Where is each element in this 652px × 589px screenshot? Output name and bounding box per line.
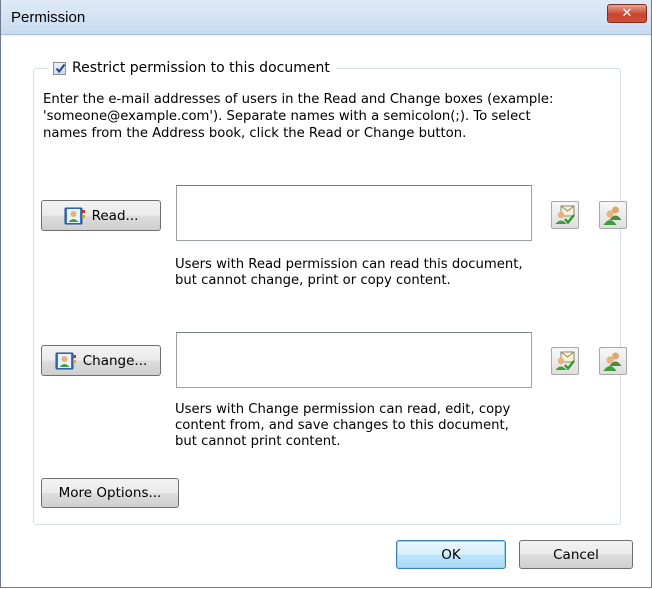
address-book-icon [64,207,85,224]
check-names-icon [555,351,575,371]
permission-dialog: Permission ✕ Restrict permission to this… [0,0,652,588]
read-button[interactable]: Read... [41,200,161,231]
read-address-book-button[interactable] [599,201,627,229]
change-check-names-button[interactable] [551,347,579,375]
change-permission-note: Users with Change permission can read, e… [175,402,511,449]
dialog-body: Restrict permission to this document Ent… [9,37,646,585]
close-icon: ✕ [621,6,633,21]
read-users-input[interactable] [176,185,532,241]
restrict-permission-label: Restrict permission to this document [72,60,330,76]
read-check-names-button[interactable] [551,201,579,229]
read-permission-note: Users with Read permission can read this… [175,257,523,288]
close-button[interactable]: ✕ [607,4,647,23]
change-button[interactable]: Change... [41,345,161,376]
check-names-icon [555,205,575,225]
instructions-text: Enter the e-mail addresses of users in t… [43,92,554,141]
restrict-permission-option[interactable]: Restrict permission to this document [49,57,336,79]
address-book-icon [55,352,76,369]
change-users-input[interactable] [176,332,532,388]
change-button-label: Change... [82,352,148,369]
read-button-label: Read... [91,207,139,224]
cancel-button[interactable]: Cancel [519,540,633,569]
change-address-book-button[interactable] [599,347,627,375]
restrict-permission-checkbox[interactable] [53,61,66,75]
users-icon [603,206,622,225]
ok-button[interactable]: OK [396,540,506,569]
window-title: Permission [11,9,86,26]
checkmark-icon [55,63,66,73]
title-bar: Permission ✕ [1,0,651,35]
users-icon [603,352,622,371]
more-options-button[interactable]: More Options... [41,478,179,508]
